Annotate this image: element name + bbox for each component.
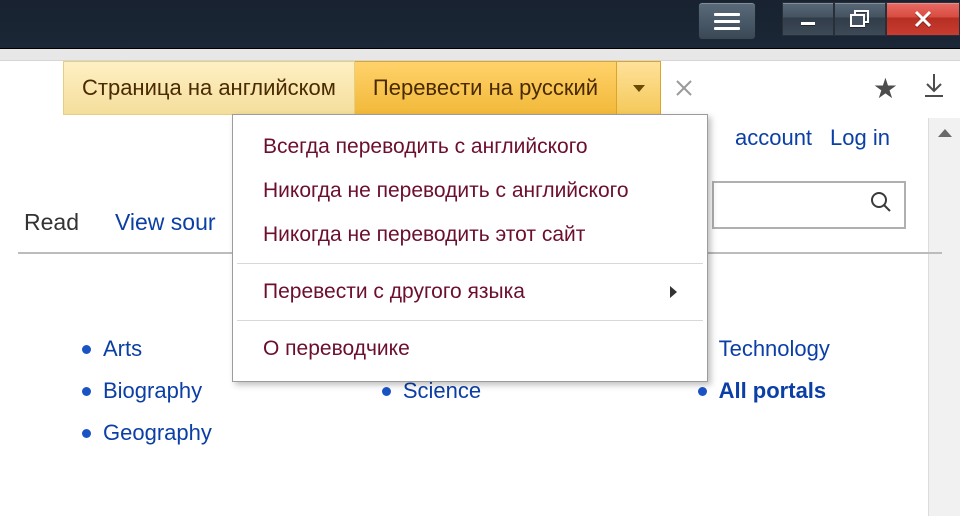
translate-detected-label: Страница на английском xyxy=(63,61,355,115)
window-minimize-button[interactable] xyxy=(782,2,834,36)
portal-column-3: Technology All portals xyxy=(698,320,830,462)
translate-button[interactable]: Перевести на русский xyxy=(355,61,617,115)
menu-item-label: Перевести с другого языка xyxy=(263,280,525,304)
list-item[interactable]: Arts xyxy=(82,336,212,362)
menu-item-label: Всегда переводить с английского xyxy=(263,135,588,159)
chevron-right-icon xyxy=(670,286,677,298)
portal-link-all[interactable]: All portals xyxy=(719,378,827,404)
tab-view-source[interactable]: View sour xyxy=(109,199,222,250)
downloads-icon[interactable] xyxy=(922,72,946,105)
minimize-icon xyxy=(799,10,817,28)
translate-bar-close[interactable] xyxy=(661,61,707,115)
menu-item-label: О переводчике xyxy=(263,337,410,361)
login-link[interactable]: Log in xyxy=(830,125,890,151)
bullet-icon xyxy=(82,387,91,396)
window-titlebar xyxy=(0,0,960,49)
chevron-down-icon xyxy=(633,85,645,92)
close-icon xyxy=(914,10,932,28)
menu-item-label: Никогда не переводить этот сайт xyxy=(263,223,585,247)
translate-bar-spacer xyxy=(0,61,63,115)
menu-item-about-translator[interactable]: О переводчике xyxy=(233,327,707,371)
portal-column-1: Arts Biography Geography xyxy=(82,320,212,462)
bullet-icon xyxy=(82,429,91,438)
list-item[interactable]: Technology xyxy=(698,336,830,362)
browser-menu-button[interactable] xyxy=(698,2,756,40)
window-controls xyxy=(782,2,960,36)
translate-options-toggle[interactable] xyxy=(617,61,661,115)
window-maximize-button[interactable] xyxy=(834,2,886,36)
toolbar-right: ★ xyxy=(707,61,960,115)
bullet-icon xyxy=(698,387,707,396)
menu-item-other-language[interactable]: Перевести с другого языка xyxy=(233,270,707,314)
portal-link[interactable]: Arts xyxy=(103,336,142,362)
translate-options-menu: Всегда переводить с английского Никогда … xyxy=(232,114,708,382)
list-item[interactable]: All portals xyxy=(698,378,830,404)
translate-bar: Страница на английском Перевести на русс… xyxy=(0,61,960,115)
create-account-link[interactable]: account xyxy=(735,125,812,151)
list-item[interactable]: Biography xyxy=(82,378,212,404)
window-close-button[interactable] xyxy=(886,2,960,36)
menu-item-always-translate[interactable]: Всегда переводить с английского xyxy=(233,125,707,169)
hamburger-icon xyxy=(714,13,740,30)
portal-link[interactable]: Technology xyxy=(719,336,830,362)
menu-separator xyxy=(237,320,703,321)
browser-chrome-strip xyxy=(0,49,960,61)
portal-link[interactable]: Biography xyxy=(103,378,202,404)
search-input[interactable] xyxy=(712,181,906,229)
menu-item-never-translate-lang[interactable]: Никогда не переводить с английского xyxy=(233,169,707,213)
menu-separator xyxy=(237,263,703,264)
close-icon xyxy=(675,79,693,97)
list-item[interactable]: Geography xyxy=(82,420,212,446)
account-links: account Log in xyxy=(735,125,890,151)
tab-read[interactable]: Read xyxy=(18,199,85,250)
bookmark-star-icon[interactable]: ★ xyxy=(873,72,898,105)
maximize-icon xyxy=(850,10,870,28)
bullet-icon xyxy=(382,387,391,396)
search-icon xyxy=(870,191,892,220)
menu-item-label: Никогда не переводить с английского xyxy=(263,179,629,203)
menu-item-never-translate-site[interactable]: Никогда не переводить этот сайт xyxy=(233,213,707,257)
portal-link[interactable]: Geography xyxy=(103,420,212,446)
bullet-icon xyxy=(82,345,91,354)
